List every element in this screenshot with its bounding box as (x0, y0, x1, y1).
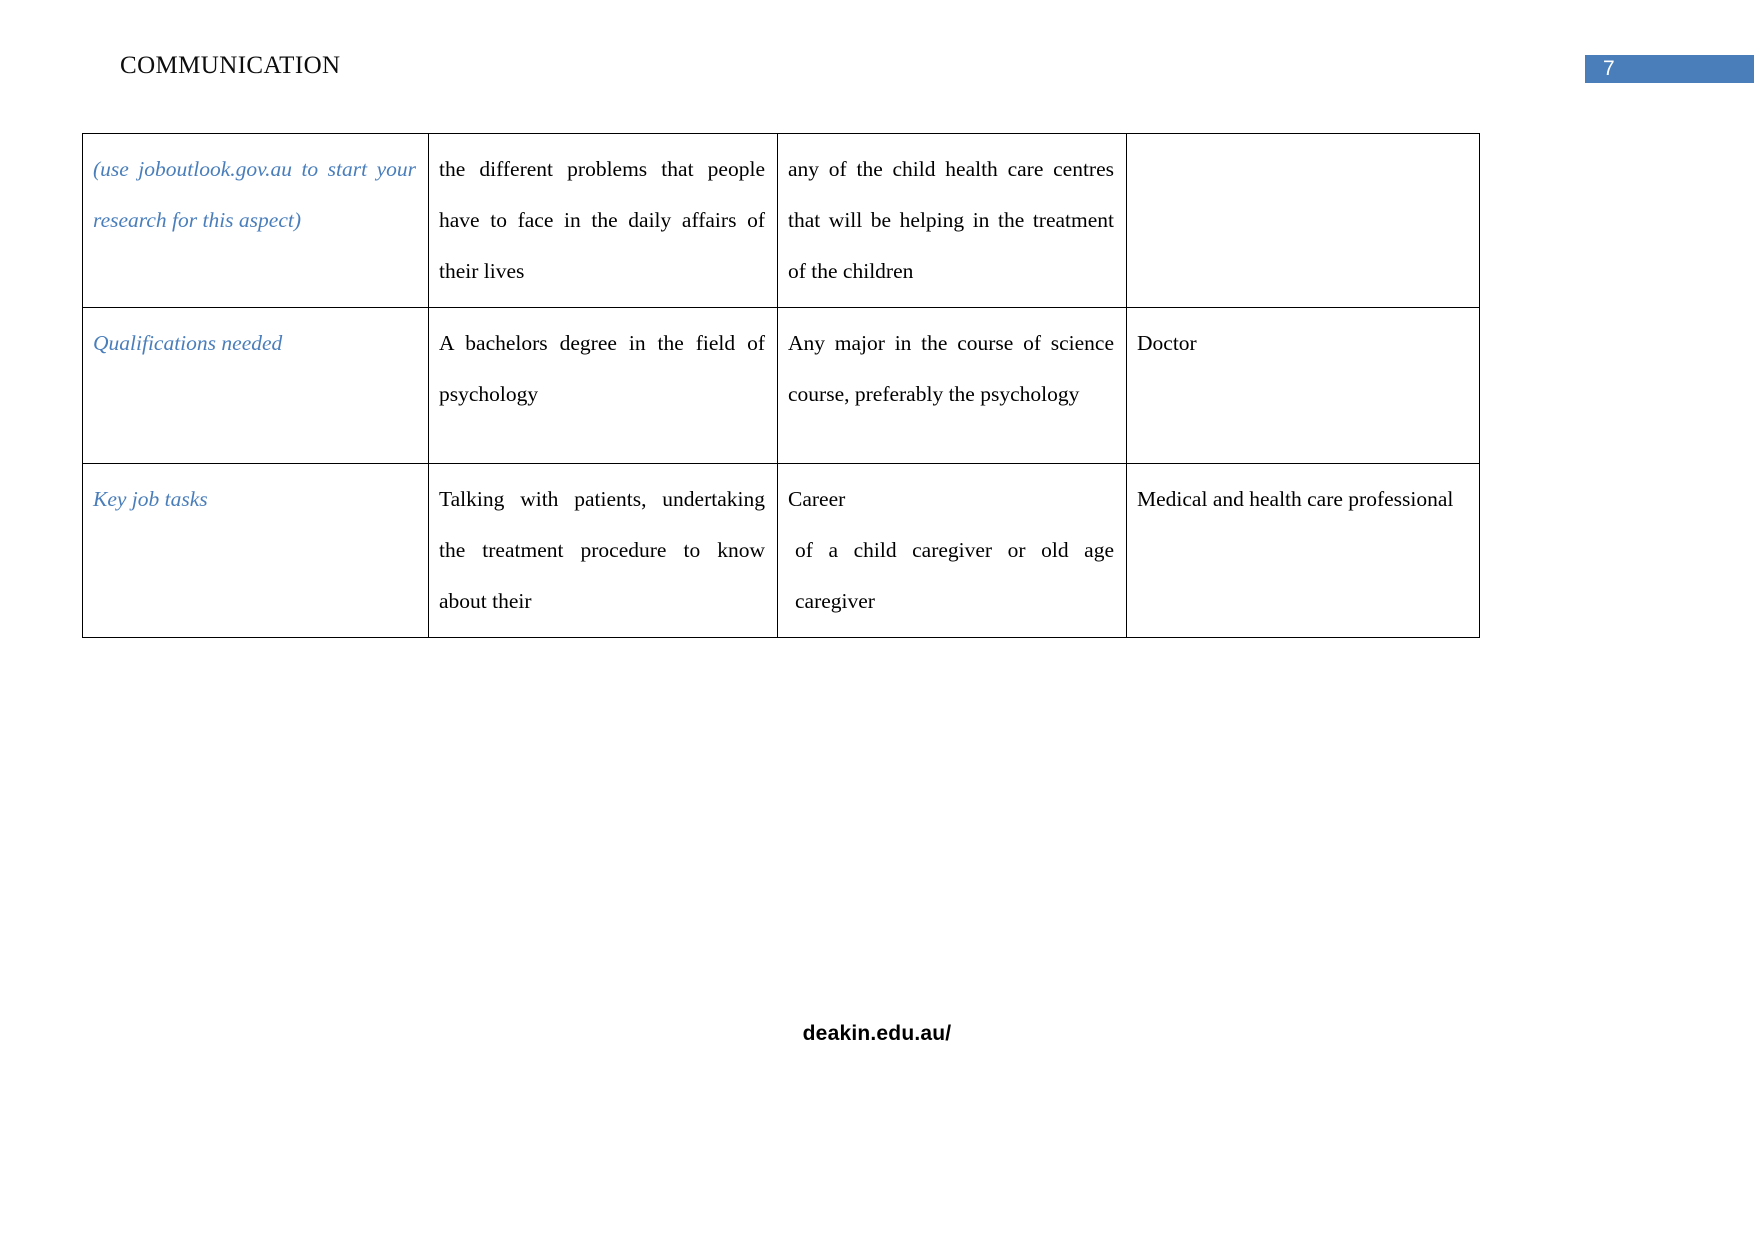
table-cell-label: Key job tasks (82, 463, 429, 638)
page-number-value: 7 (1603, 57, 1615, 80)
table-cell-label: (use joboutlook.gov.au to start your res… (82, 133, 429, 308)
table-cell-label: Qualifications needed (82, 307, 429, 464)
table-cell-career-b: Any major in the course of science cours… (777, 307, 1127, 464)
row-label-text: Qualifications needed (93, 331, 283, 355)
job-comparison-table-container: (use joboutlook.gov.au to start your res… (82, 133, 1480, 638)
cell-text: Doctor (1137, 331, 1197, 355)
table-row: (use joboutlook.gov.au to start your res… (82, 133, 1480, 308)
table-row: Key job tasks Talking with patients, und… (82, 463, 1480, 638)
job-comparison-table: (use joboutlook.gov.au to start your res… (82, 133, 1480, 638)
table-cell-career-c: Medical and health care professional (1126, 463, 1480, 638)
footer-url-text: deakin.edu.au/ (802, 1022, 952, 1045)
table-row: Qualifications needed A bachelors degree… (82, 307, 1480, 464)
page-number-badge: 7 (1585, 55, 1754, 83)
cell-text: Medical and health care professional (1137, 487, 1454, 511)
table-cell-career-b: Career of a child caregiver or old age c… (777, 463, 1127, 638)
row-label-text: Key job tasks (93, 487, 208, 511)
cell-text: any of the child health care centres tha… (788, 157, 1114, 283)
page-title: COMMUNICATION (120, 52, 341, 79)
cell-text: Talking with patients, undertaking the t… (439, 487, 765, 613)
table-cell-career-b: any of the child health care centres tha… (777, 133, 1127, 308)
cell-text-line-2: of a child caregiver or old age caregive… (795, 538, 1114, 613)
page-header: COMMUNICATION 7 (0, 0, 1754, 110)
table-cell-career-c (1126, 133, 1480, 308)
cell-text-line-1: Career (788, 487, 846, 511)
cell-text: Any major in the course of science cours… (788, 331, 1114, 406)
page-footer: deakin.edu.au/ (0, 1022, 1754, 1046)
table-cell-career-a: A bachelors degree in the field of psych… (428, 307, 778, 464)
row-label-text: (use joboutlook.gov.au to start your res… (93, 157, 416, 232)
table-cell-career-c: Doctor (1126, 307, 1480, 464)
table-cell-career-a: Talking with patients, undertaking the t… (428, 463, 778, 638)
table-cell-career-a: the different problems that people have … (428, 133, 778, 308)
cell-text: A bachelors degree in the field of psych… (439, 331, 765, 406)
cell-text: the different problems that people have … (439, 157, 765, 283)
